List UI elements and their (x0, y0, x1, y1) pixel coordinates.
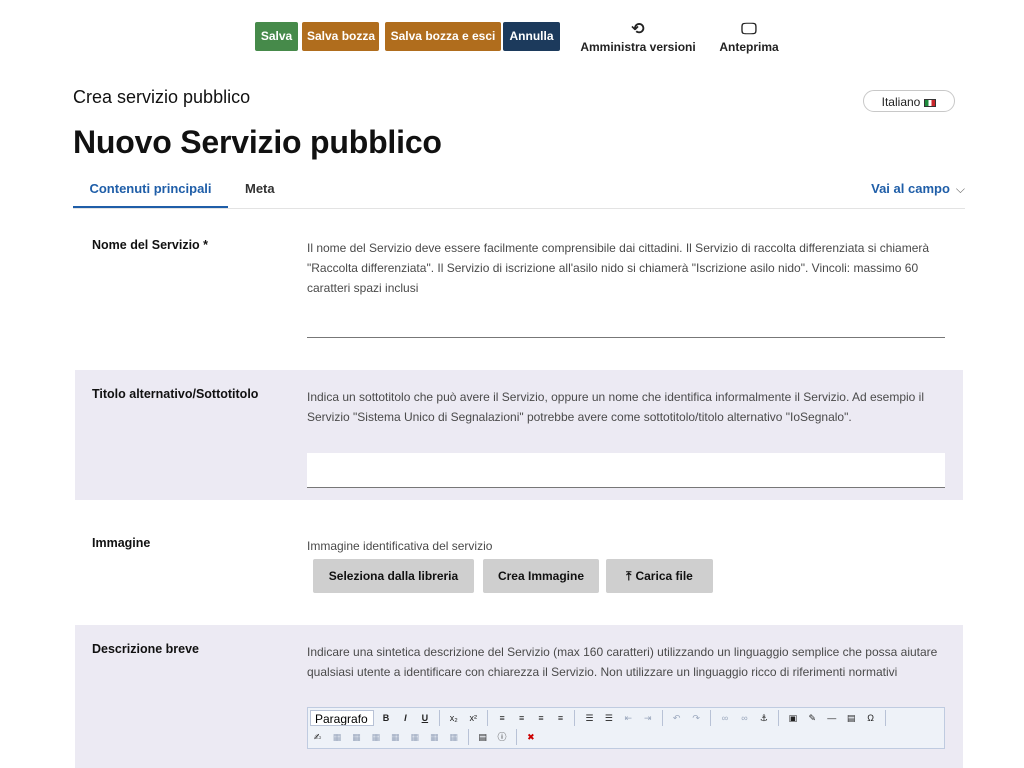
save-draft-exit-button[interactable]: Salva bozza e esci (385, 22, 501, 51)
subscript-icon[interactable]: x₂ (447, 711, 460, 726)
service-name-input[interactable] (307, 302, 945, 338)
table-insert-col-icon[interactable]: ▦ (408, 730, 421, 745)
chevron-down-icon: ⌵ (955, 182, 965, 196)
upload-file-button[interactable]: ⤒ Carica file (606, 559, 713, 593)
indent-icon[interactable]: ⇥ (641, 711, 654, 726)
italy-flag-icon (924, 99, 937, 107)
tab-meta[interactable]: Meta (245, 178, 275, 208)
cancel-button[interactable]: Annulla (503, 22, 560, 51)
field-label: Titolo alternativo/Sottotitolo (92, 387, 259, 401)
anchor-icon[interactable]: ⚓ (757, 711, 770, 726)
save-button[interactable]: Salva (255, 22, 298, 51)
bullet-list-icon[interactable]: ☰ (583, 711, 596, 726)
field-label: Immagine (92, 536, 151, 550)
table-row-props-icon[interactable]: ▦ (330, 730, 343, 745)
toolbar-separator (661, 710, 663, 726)
preview-icon: 🖵 (741, 21, 757, 38)
editor-toolbar-row: Paragrafo B I U x₂ x² ≡ ≡ ≡ ≡ ☰ ☰ ⇤ ⇥ ↶ … (310, 710, 888, 728)
field-subtitle: Titolo alternativo/Sottotitolo Indica un… (75, 370, 963, 500)
table-delete-col-icon[interactable]: ▦ (428, 730, 441, 745)
bold-icon[interactable]: B (379, 711, 392, 726)
help-icon[interactable]: ⓘ (496, 730, 509, 745)
save-draft-button[interactable]: Salva bozza (302, 22, 379, 51)
align-center-icon[interactable]: ≡ (515, 711, 528, 726)
field-label: Descrizione breve (92, 642, 199, 656)
field-help: Immagine identificativa del servizio (307, 539, 493, 553)
table-delete-row-icon[interactable]: ▦ (389, 730, 402, 745)
upload-file-label: Carica file (635, 569, 693, 583)
edit-icon[interactable]: ✍ (311, 730, 324, 745)
code-icon[interactable]: ▤ (845, 711, 858, 726)
goto-field-dropdown[interactable]: Vai al campo ⌵ (871, 178, 965, 200)
field-image: Immagine Immagine identificativa del ser… (75, 510, 963, 620)
outdent-icon[interactable]: ⇤ (622, 711, 635, 726)
tab-main-content[interactable]: Contenuti principali (73, 178, 228, 208)
table-cell-props-icon[interactable]: ▦ (350, 730, 363, 745)
toolbar-separator (884, 710, 886, 726)
link-icon[interactable]: ∞ (719, 711, 732, 726)
goto-field-label: Vai al campo (871, 181, 950, 196)
preview-button[interactable]: 🖵 Anteprima (712, 20, 786, 54)
field-short-description: Descrizione breve Indicare una sintetica… (75, 625, 963, 768)
language-label: Italiano (881, 95, 921, 109)
field-service-name: Nome del Servizio * Il nome del Servizio… (75, 210, 963, 360)
content-tabs: Contenuti principali Meta Vai al campo ⌵ (73, 178, 965, 209)
italic-icon[interactable]: I (399, 711, 412, 726)
format-select[interactable]: Paragrafo (310, 710, 374, 726)
toolbar-separator (574, 710, 576, 726)
toolbar-separator (515, 729, 517, 745)
manage-versions-label: Amministra versioni (580, 40, 696, 54)
remove-icon[interactable]: ✖ (524, 730, 537, 745)
field-help: Indicare una sintetica descrizione del S… (307, 645, 938, 679)
preview-label: Anteprima (719, 40, 779, 54)
cleanup-icon[interactable]: ✎ (806, 711, 819, 726)
toolbar-separator (777, 710, 779, 726)
language-selector[interactable]: Italiano (863, 90, 955, 112)
upload-icon: ⤒ (626, 569, 632, 583)
align-left-icon[interactable]: ≡ (496, 711, 509, 726)
unlink-icon[interactable]: ∞ (738, 711, 751, 726)
table-merge-icon[interactable]: ▦ (447, 730, 460, 745)
field-label: Nome del Servizio * (92, 238, 209, 252)
rich-text-editor: Paragrafo B I U x₂ x² ≡ ≡ ≡ ≡ ☰ ☰ ⇤ ⇥ ↶ … (307, 707, 945, 749)
redo-icon[interactable]: ↷ (690, 711, 703, 726)
table-insert-row-icon[interactable]: ▦ (369, 730, 382, 745)
field-help: Il nome del Servizio deve essere facilme… (307, 241, 930, 295)
page-title: Nuovo Servizio pubblico (73, 124, 442, 160)
source-code-icon[interactable]: ▤ (476, 730, 489, 745)
special-char-icon[interactable]: Ω (864, 711, 877, 726)
horizontal-rule-icon[interactable]: ― (825, 711, 838, 726)
field-help: Indica un sottotitolo che può avere il S… (307, 390, 924, 424)
subtitle-input[interactable] (307, 453, 945, 488)
align-right-icon[interactable]: ≡ (535, 711, 548, 726)
history-icon: ⟲ (631, 21, 645, 38)
superscript-icon[interactable]: x² (467, 711, 480, 726)
editor-toolbar-row: ✍ ▦ ▦ ▦ ▦ ▦ ▦ ▦ ▤ ⓘ ✖ (310, 729, 538, 747)
toolbar-separator (467, 729, 469, 745)
underline-icon[interactable]: U (418, 711, 431, 726)
image-icon[interactable]: ▣ (786, 711, 799, 726)
select-from-library-button[interactable]: Seleziona dalla libreria (313, 559, 474, 593)
numbered-list-icon[interactable]: ☰ (602, 711, 615, 726)
context-title: Crea servizio pubblico (73, 87, 251, 107)
align-justify-icon[interactable]: ≡ (554, 711, 567, 726)
toolbar-separator (438, 710, 440, 726)
toolbar-separator (487, 710, 489, 726)
undo-icon[interactable]: ↶ (670, 711, 683, 726)
toolbar-separator (710, 710, 712, 726)
editor-toolbar: Salva Salva bozza Salva bozza e esci Ann… (0, 20, 1024, 60)
create-image-button[interactable]: Crea Immagine (483, 559, 599, 593)
manage-versions-button[interactable]: ⟲ Amministra versioni (578, 20, 698, 54)
